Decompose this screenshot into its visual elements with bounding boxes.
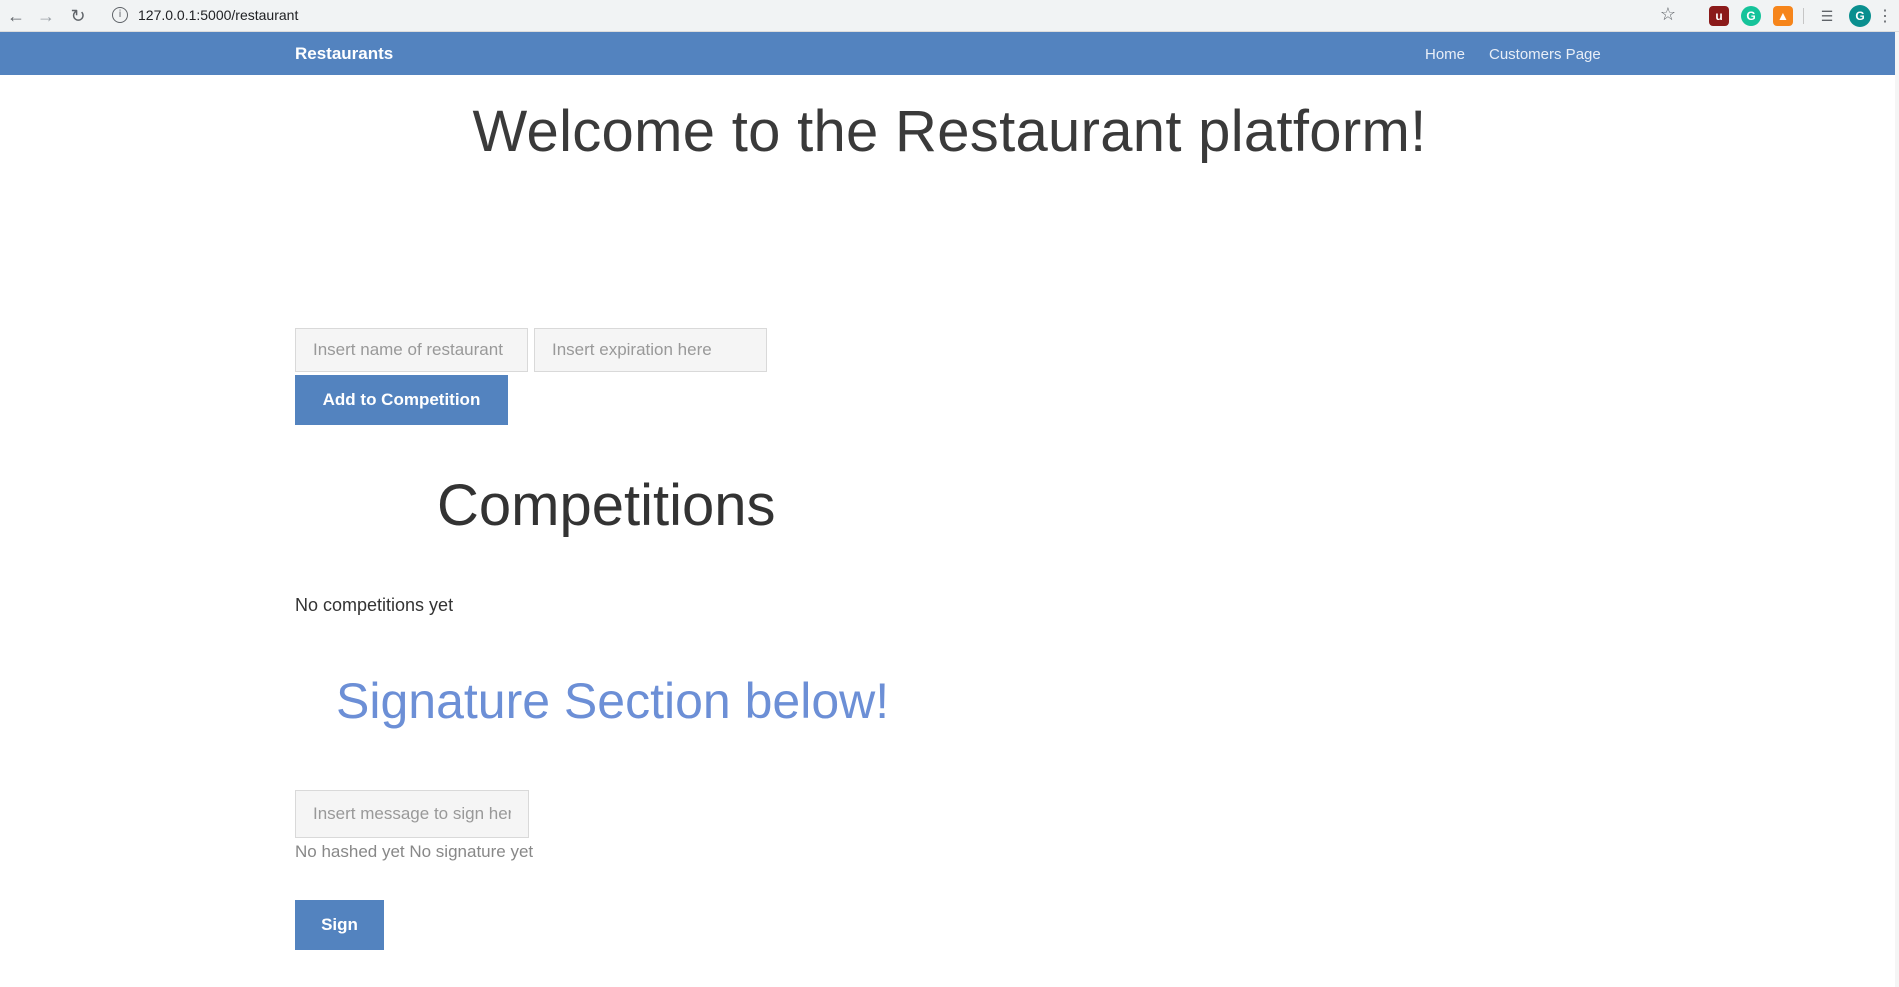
scrollbar[interactable] (1895, 32, 1899, 987)
url-text[interactable]: 127.0.0.1:5000/restaurant (138, 7, 298, 23)
media-control-icon[interactable]: ☰ (1815, 4, 1839, 28)
signature-heading: Signature Section below! (336, 673, 890, 729)
competitions-heading: Competitions (437, 473, 776, 538)
competitions-empty-text: No competitions yet (295, 595, 454, 615)
address-bar[interactable]: i 127.0.0.1:5000/restaurant ☆ (104, 2, 1684, 28)
toolbar-divider (1803, 8, 1804, 24)
add-to-competition-button[interactable]: Add to Competition (295, 375, 508, 425)
metamask-extension-icon[interactable]: ▲ (1773, 6, 1793, 26)
site-info-icon[interactable]: i (112, 7, 128, 23)
welcome-heading-wrap: Welcome to the Restaurant platform! (0, 98, 1899, 165)
forward-icon[interactable]: → (34, 4, 58, 28)
sign-message-input[interactable] (295, 790, 529, 838)
profile-avatar[interactable]: G (1849, 5, 1871, 27)
nav-link-customers[interactable]: Customers Page (1489, 46, 1601, 63)
site-navbar: Restaurants Home Customers Page (0, 32, 1895, 75)
welcome-heading: Welcome to the Restaurant platform! (472, 99, 1427, 164)
restaurant-name-input[interactable] (295, 328, 528, 372)
sign-button[interactable]: Sign (295, 900, 384, 950)
signature-status-text: No hashed yet No signature yet (295, 842, 534, 861)
navbar-brand[interactable]: Restaurants (295, 44, 393, 64)
browser-toolbar: ← → ↻ i 127.0.0.1:5000/restaurant ☆ u G … (0, 0, 1899, 32)
menu-kebab-icon[interactable]: ⋮ (1875, 4, 1895, 28)
expiration-input[interactable] (534, 328, 767, 372)
reload-icon[interactable]: ↻ (66, 4, 90, 28)
nav-link-home[interactable]: Home (1425, 46, 1465, 63)
grammarly-extension-icon[interactable]: G (1741, 6, 1761, 26)
ublock-extension-icon[interactable]: u (1709, 6, 1729, 26)
bookmark-star-icon[interactable]: ☆ (1660, 4, 1676, 25)
back-icon[interactable]: ← (4, 4, 28, 28)
